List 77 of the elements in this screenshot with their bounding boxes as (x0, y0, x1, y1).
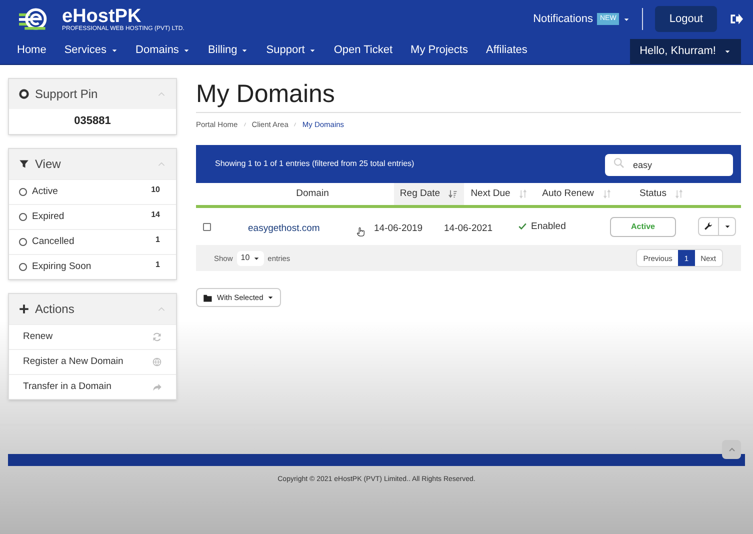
sort-icon (518, 189, 528, 200)
account-menu[interactable]: Hello, Khurram! (630, 39, 741, 64)
folder-icon (203, 292, 213, 303)
column-header[interactable]: Status (619, 183, 705, 206)
lifebuoy-icon (19, 89, 29, 99)
column-header[interactable]: Auto Renew (535, 183, 619, 206)
filter-item[interactable]: Active 10 (9, 179, 176, 204)
nav-item[interactable]: Support (257, 37, 325, 64)
logo-text: eHostPK (62, 6, 142, 26)
search-icon (613, 157, 625, 170)
collapse-icon (157, 90, 166, 98)
globe-icon (152, 357, 162, 367)
support-pin-value: 035881 (74, 114, 111, 130)
domain-link[interactable]: easygethost.com (248, 222, 320, 234)
caret-icon (308, 47, 316, 54)
check-icon (518, 222, 527, 232)
caret-icon (724, 223, 730, 230)
nav-item[interactable]: Open Ticket (324, 37, 402, 64)
count: 1 (156, 234, 161, 246)
sort-icon (602, 189, 612, 200)
nav-item[interactable]: Affiliates (477, 37, 536, 64)
collapse-icon (157, 304, 166, 314)
action-item[interactable]: Transfer in a Domain (9, 374, 176, 399)
action-item[interactable]: Register a New Domain (9, 349, 176, 374)
filter-item[interactable]: Cancelled 1 (9, 229, 176, 254)
column-header[interactable]: Reg Date (394, 183, 464, 206)
filter-icon (19, 159, 29, 169)
table-info: Showing 1 to 1 of 1 entries (filtered from 25 total entries) (215, 158, 416, 170)
column-header[interactable]: Domain (231, 183, 394, 206)
logout-button[interactable]: Logout (655, 6, 717, 32)
panel-title: Support Pin (35, 86, 99, 103)
caret-icon (623, 16, 630, 22)
hand-cursor-icon (356, 226, 366, 238)
radio-button[interactable] (19, 213, 27, 221)
panel-title: Actions (35, 301, 76, 318)
separator-icon (293, 121, 298, 128)
page-title: My Domains (196, 78, 741, 113)
entries-select[interactable]: 10 (236, 250, 264, 266)
radio-button[interactable] (19, 238, 27, 246)
table-cell: 14-06-2021 (444, 222, 493, 234)
filter-item[interactable]: Expired 14 (9, 204, 176, 229)
logout-icon[interactable] (729, 12, 743, 26)
caret-icon (241, 47, 248, 54)
manage-button-group[interactable] (698, 217, 736, 236)
caret-icon (724, 48, 731, 55)
table-cell: 14-06-2019 (374, 222, 423, 234)
status-badge: Active (610, 216, 676, 237)
count: 10 (151, 184, 161, 196)
separator-icon (242, 121, 247, 128)
wrench-icon (704, 222, 713, 232)
caret-icon (252, 254, 260, 262)
count: 14 (151, 208, 161, 220)
count: 1 (156, 258, 161, 270)
plus-icon (19, 304, 29, 314)
row-checkbox[interactable] (203, 222, 211, 231)
action-item[interactable]: Renew (9, 324, 176, 349)
panel-title: View (35, 156, 62, 173)
sort-icon (674, 189, 684, 200)
nav-item[interactable]: Home (8, 37, 56, 64)
caret-icon (110, 47, 118, 54)
filter-item[interactable]: Expiring Soon 1 (9, 254, 176, 279)
column-header[interactable]: Next Due (464, 183, 535, 206)
chevron-up-icon (728, 446, 736, 454)
share-arrow-icon (152, 382, 162, 392)
nav-item[interactable]: Domains (126, 37, 199, 64)
search-field[interactable]: easy (605, 154, 733, 176)
refresh-icon (152, 332, 162, 342)
table-cell: Enabled (531, 220, 566, 234)
caret-icon (267, 294, 274, 302)
nav-item[interactable]: Billing (198, 37, 258, 64)
sort-descending-icon (448, 189, 458, 200)
radio-button[interactable] (19, 188, 27, 196)
caret-icon (182, 47, 190, 54)
nav-item[interactable]: My Projects (402, 37, 477, 64)
radio-button[interactable] (19, 263, 27, 271)
collapse-icon (157, 160, 166, 168)
nav-item[interactable]: Services (55, 37, 127, 64)
